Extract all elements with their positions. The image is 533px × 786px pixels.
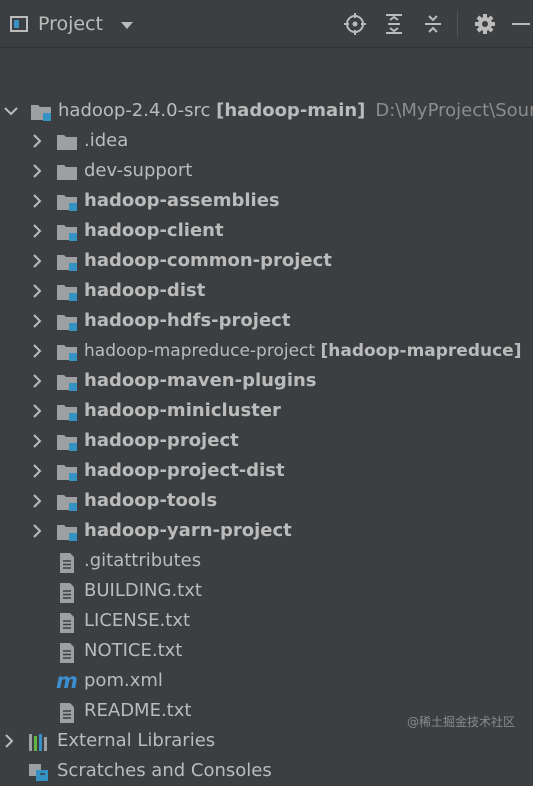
scratches-icon <box>28 762 50 782</box>
module-folder-icon <box>56 372 78 392</box>
tree-item-hadoop-assemblies[interactable]: hadoop-assemblies <box>0 186 533 216</box>
module-folder-icon <box>56 192 78 212</box>
chevron-right-icon[interactable] <box>28 306 46 336</box>
project-toolbar: Project <box>0 0 533 48</box>
tree-file-building[interactable]: BUILDING.txt <box>0 576 533 606</box>
tree-item-idea[interactable]: .idea <box>0 126 533 156</box>
tree-item-hadoop-dist[interactable]: hadoop-dist <box>0 276 533 306</box>
text-file-icon <box>58 582 80 603</box>
tree-file-notice[interactable]: NOTICE.txt <box>0 636 533 666</box>
folder-icon <box>56 132 78 152</box>
tree-item-label: hadoop-maven-plugins <box>84 370 317 391</box>
chevron-right-icon[interactable] <box>28 336 46 366</box>
tree-item-label: .idea <box>84 130 129 151</box>
text-file-icon <box>58 702 80 723</box>
chevron-right-icon[interactable] <box>28 156 46 186</box>
tree-file-gitattributes[interactable]: .gitattributes <box>0 546 533 576</box>
project-view-label: Project <box>38 12 104 35</box>
library-icon <box>28 732 50 752</box>
chevron-right-icon[interactable] <box>28 276 46 306</box>
collapse-all-icon[interactable] <box>421 12 445 36</box>
text-file-icon <box>58 642 80 663</box>
tree-file-label: .gitattributes <box>84 550 202 571</box>
tree-file-label: README.txt <box>84 700 192 721</box>
tree-item-label: hadoop-project-dist <box>84 460 285 481</box>
chevron-right-icon[interactable] <box>28 246 46 276</box>
tree-item-dev-support[interactable]: dev-support <box>0 156 533 186</box>
chevron-right-icon[interactable] <box>28 396 46 426</box>
tree-item-scratches[interactable]: Scratches and Consoles <box>0 756 533 786</box>
maven-icon: m <box>56 669 78 693</box>
chevron-right-icon[interactable] <box>28 216 46 246</box>
module-folder-icon <box>56 402 78 422</box>
module-folder-icon <box>56 282 78 302</box>
expand-all-icon[interactable] <box>382 12 406 36</box>
tree-item-hadoop-maven-plugins[interactable]: hadoop-maven-plugins <box>0 366 533 396</box>
chevron-right-icon[interactable] <box>28 186 46 216</box>
hide-icon[interactable] <box>509 12 533 36</box>
module-folder-icon <box>56 492 78 512</box>
chevron-right-icon[interactable] <box>28 456 46 486</box>
tree-item-hadoop-yarn-project[interactable]: hadoop-yarn-project <box>0 516 533 546</box>
toolbar-separator <box>457 10 458 37</box>
chevron-right-icon[interactable] <box>28 516 46 546</box>
tree-item-label: hadoop-client <box>84 220 224 241</box>
tree-item-label: dev-support <box>84 160 193 181</box>
tree-item-label: hadoop-dist <box>84 280 206 301</box>
watermark: @稀土掘金技术社区 <box>406 715 515 729</box>
tree-file-label: pom.xml <box>84 670 163 691</box>
tree-file-label: NOTICE.txt <box>84 640 183 661</box>
tree-item-hadoop-minicluster[interactable]: hadoop-minicluster <box>0 396 533 426</box>
text-file-icon <box>58 612 80 633</box>
chevron-right-icon[interactable] <box>28 426 46 456</box>
tree-item-label: hadoop-tools <box>84 490 218 511</box>
module-folder-icon <box>30 102 52 122</box>
tree-item-label: hadoop-hdfs-project <box>84 310 291 331</box>
module-folder-icon <box>56 312 78 332</box>
tree-file-pom[interactable]: m pom.xml <box>0 666 533 696</box>
text-file-icon <box>58 552 80 573</box>
folder-icon <box>56 162 78 182</box>
tree-item-hadoop-client[interactable]: hadoop-client <box>0 216 533 246</box>
chevron-right-icon[interactable] <box>28 366 46 396</box>
tree-file-label: LICENSE.txt <box>84 610 191 631</box>
chevron-down-icon <box>121 21 134 29</box>
chevron-down-icon[interactable] <box>2 96 20 126</box>
chevron-right-icon[interactable] <box>28 486 46 516</box>
tree-root-row[interactable]: hadoop-2.4.0-src [hadoop-main] D:\MyProje… <box>0 96 533 126</box>
tree-item-hadoop-hdfs-project[interactable]: hadoop-hdfs-project <box>0 306 533 336</box>
tree-item-label: hadoop-yarn-project <box>84 520 292 541</box>
tree-item-label: hadoop-assemblies <box>84 190 280 211</box>
tree-root-label: hadoop-2.4.0-src [hadoop-main] D:\MyProje… <box>58 100 533 121</box>
tree-item-hadoop-project[interactable]: hadoop-project <box>0 426 533 456</box>
module-folder-icon <box>56 432 78 452</box>
chevron-right-icon[interactable] <box>0 726 18 756</box>
locate-icon[interactable] <box>343 12 367 36</box>
module-folder-icon <box>56 222 78 242</box>
tree-item-hadoop-common-project[interactable]: hadoop-common-project <box>0 246 533 276</box>
tree-item-hadoop-project-dist[interactable]: hadoop-project-dist <box>0 456 533 486</box>
tree-item-hadoop-mapreduce-project[interactable]: hadoop-mapreduce-project [hadoop-mapredu… <box>0 336 533 366</box>
module-folder-icon <box>56 252 78 272</box>
tree-item-label: hadoop-mapreduce-project [hadoop-mapredu… <box>84 341 522 361</box>
tree-item-hadoop-tools[interactable]: hadoop-tools <box>0 486 533 516</box>
tree-file-label: BUILDING.txt <box>84 580 202 601</box>
project-window-icon <box>10 15 28 32</box>
module-folder-icon <box>56 342 78 362</box>
module-folder-icon <box>56 462 78 482</box>
tree-item-external-libraries[interactable]: External Libraries <box>0 726 533 756</box>
tree-item-label: hadoop-project <box>84 430 239 451</box>
chevron-right-icon[interactable] <box>28 126 46 156</box>
tree-item-label: hadoop-minicluster <box>84 400 281 421</box>
project-view-selector[interactable]: Project <box>10 12 134 35</box>
tree-file-license[interactable]: LICENSE.txt <box>0 606 533 636</box>
tree-item-label: Scratches and Consoles <box>57 760 272 781</box>
settings-icon[interactable] <box>473 12 497 36</box>
svg-text:m: m <box>56 670 78 692</box>
tree-item-label: hadoop-common-project <box>84 250 332 271</box>
tree-item-label: External Libraries <box>57 730 216 751</box>
module-folder-icon <box>56 522 78 542</box>
